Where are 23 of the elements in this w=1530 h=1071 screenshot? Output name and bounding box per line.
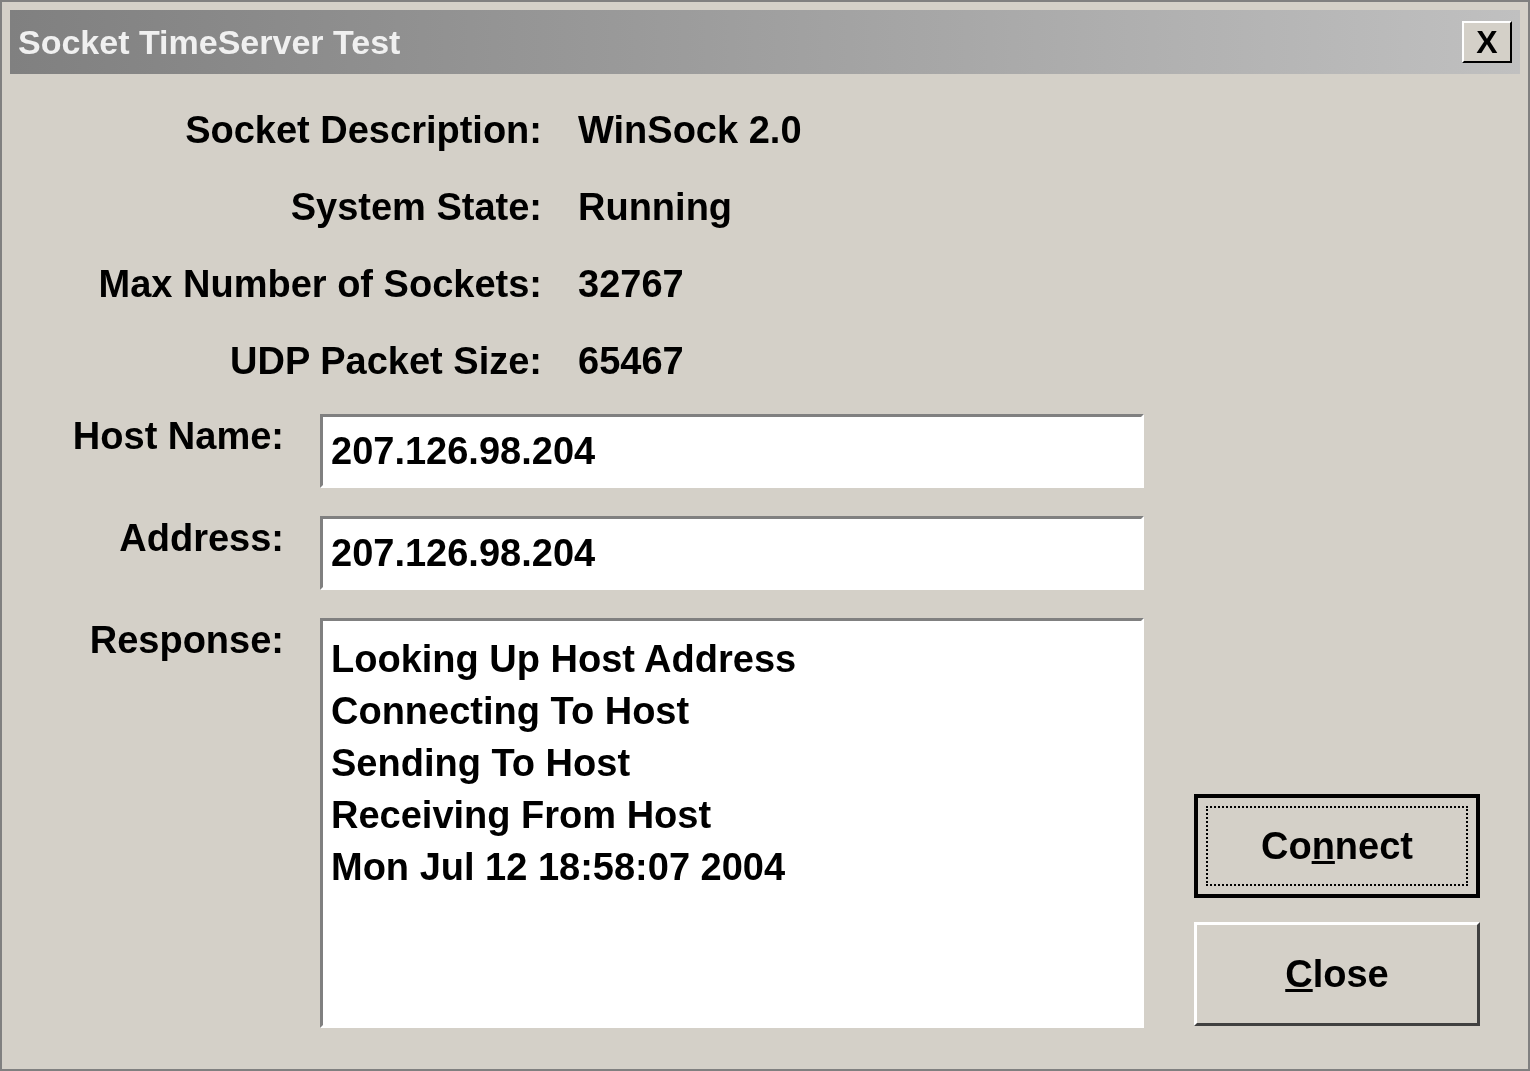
window-title: Socket TimeServer Test <box>18 21 401 63</box>
dialog-button[interactable]: Close <box>1194 922 1480 1026</box>
info-value: 65467 <box>578 339 684 384</box>
info-label: Socket Description: <box>185 108 542 153</box>
field-label: Address: <box>119 516 284 561</box>
info-value: 32767 <box>578 262 684 307</box>
info-value: Running <box>578 185 733 230</box>
info-value: WinSock 2.0 <box>578 108 802 153</box>
dialog-button[interactable]: Connect <box>1194 794 1480 898</box>
response-line: Mon Jul 12 18:58:07 2004 <box>331 845 787 890</box>
text-field[interactable]: 207.126.98.204 <box>320 516 1144 590</box>
info-label: Max Number of Sockets: <box>98 262 542 307</box>
field-label: Host Name: <box>72 414 284 459</box>
info-label: System State: <box>290 185 542 230</box>
response-line: Connecting To Host <box>331 689 691 734</box>
response-box[interactable]: Looking Up Host Address Connecting To Host Sending To Host Receiving From Host Mon Jul 12 18:58:07 2004 <box>320 618 1144 1028</box>
field-label: Response: <box>89 618 284 663</box>
text-field[interactable]: 207.126.98.204 <box>320 414 1144 488</box>
response-line: Receiving From Host <box>331 793 713 838</box>
window-close-button[interactable]: X <box>1462 21 1512 63</box>
response-line: Sending To Host <box>331 741 632 786</box>
response-line: Looking Up Host Address <box>331 637 798 682</box>
info-label: UDP Packet Size: <box>230 339 542 384</box>
